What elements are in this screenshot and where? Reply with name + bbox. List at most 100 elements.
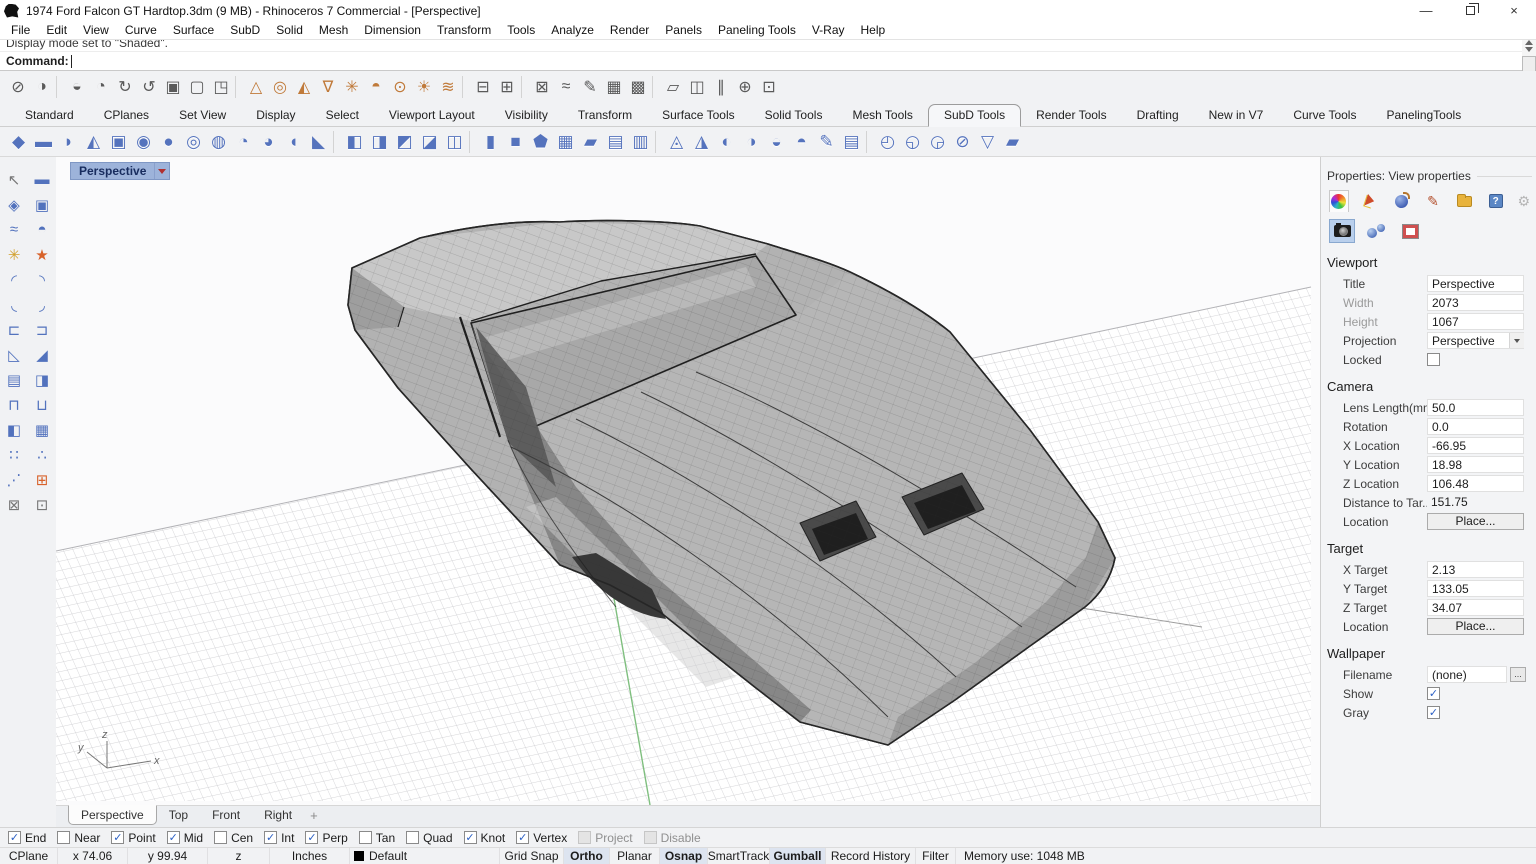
checkbox-icon[interactable] [167, 831, 180, 844]
menu-item[interactable]: Surface [165, 23, 222, 37]
toolbar-icon[interactable]: ◓ [364, 75, 388, 99]
menu-item[interactable]: SubD [222, 23, 268, 37]
toolbar-icon[interactable] [462, 76, 469, 98]
toolbar-icon[interactable] [652, 76, 659, 98]
toolbar-icon[interactable]: ▩ [626, 75, 650, 99]
subd-tool-icon[interactable]: ▤ [839, 130, 864, 154]
sidebar-tool-icon[interactable]: ◨ [29, 367, 55, 392]
osnap-toggle[interactable]: Point [111, 831, 155, 845]
osnap-toggle[interactable]: Perp [305, 831, 347, 845]
menu-item[interactable]: Curve [117, 23, 165, 37]
checkbox-icon[interactable] [264, 831, 277, 844]
subd-tool-icon[interactable]: ◫ [442, 130, 467, 154]
checkbox-icon[interactable] [214, 831, 227, 844]
toolbar-icon[interactable]: ⊠ [530, 75, 554, 99]
sidebar-tool-icon[interactable]: ◟ [1, 292, 27, 317]
status-cell[interactable]: Gumball [770, 848, 826, 864]
subd-tool-icon[interactable]: ◕ [256, 130, 281, 154]
dolly-subtab[interactable] [1363, 219, 1389, 243]
subd-tool-icon[interactable]: ▣ [106, 130, 131, 154]
target-x-field[interactable]: 2.13 [1427, 561, 1524, 578]
toolbar-icon[interactable]: △ [244, 75, 268, 99]
menu-item[interactable]: V-Ray [804, 23, 853, 37]
toolbar-tab[interactable]: PanelingTools [1371, 105, 1476, 126]
checkbox-icon[interactable] [111, 831, 124, 844]
menu-item[interactable]: Help [853, 23, 894, 37]
sidebar-tool-icon[interactable]: ⊏ [1, 317, 27, 342]
subd-tool-icon[interactable]: ● [156, 130, 181, 154]
subd-tool-icon[interactable]: ◉ [131, 130, 156, 154]
sidebar-tool-icon[interactable]: ✳ [1, 242, 27, 267]
toolbar-icon[interactable]: ▱ [661, 75, 685, 99]
toolbar-tab[interactable]: SubD Tools [928, 104, 1021, 127]
status-cell[interactable]: Default [350, 848, 500, 864]
rotation-field[interactable]: 0.0 [1427, 418, 1524, 435]
viewport-menu-arrow[interactable] [154, 163, 169, 179]
toolbar-icon[interactable]: ◫ [685, 75, 709, 99]
sidebar-tool-icon[interactable]: ◢ [29, 342, 55, 367]
sidebar-tool-icon[interactable]: ◧ [1, 417, 27, 442]
subd-tool-icon[interactable]: ▤ [603, 130, 628, 154]
checkbox-icon[interactable] [464, 831, 477, 844]
checkbox-icon[interactable] [57, 831, 70, 844]
subd-tool-icon[interactable] [333, 131, 340, 153]
status-cell[interactable]: Grid Snap [500, 848, 564, 864]
toolbar-icon[interactable]: ⊡ [757, 75, 781, 99]
toolbar-tab[interactable]: Select [311, 105, 374, 126]
toolbar-tab[interactable]: Surface Tools [647, 105, 750, 126]
checkbox-icon[interactable] [516, 831, 529, 844]
subd-tool-icon[interactable]: ◨ [367, 130, 392, 154]
sidebar-tool-icon[interactable]: ⊞ [29, 467, 55, 492]
toolbar-icon[interactable]: ◑ [30, 75, 54, 99]
annotate-tab[interactable]: ✎ [1423, 190, 1442, 212]
toolbar-icon[interactable]: ⊕ [733, 75, 757, 99]
subd-tool-icon[interactable] [469, 131, 476, 153]
scroll-up-icon[interactable] [1525, 40, 1533, 45]
menu-item[interactable]: Mesh [311, 23, 356, 37]
scroll-down-icon[interactable] [1525, 47, 1533, 52]
osnap-toggle[interactable]: Tan [359, 831, 395, 845]
checkbox-icon[interactable] [644, 831, 657, 844]
sidebar-tool-icon[interactable]: ▬ [29, 167, 55, 192]
command-history[interactable]: Display mode set to "Shaded". [0, 40, 1522, 52]
command-input[interactable] [72, 52, 1522, 70]
expand-history-button[interactable] [1522, 56, 1536, 72]
viewport-height-field[interactable]: 1067 [1427, 313, 1524, 330]
toolbar-icon[interactable]: ◳ [209, 75, 233, 99]
toolbar-icon[interactable]: ▣ [161, 75, 185, 99]
osnap-toggle[interactable]: Knot [464, 831, 506, 845]
status-cell[interactable]: Planar [610, 848, 660, 864]
camera-x-field[interactable]: -66.95 [1427, 437, 1524, 454]
subd-tool-icon[interactable]: ◩ [392, 130, 417, 154]
toolbar-icon[interactable]: ◔ [89, 75, 113, 99]
close-button[interactable]: × [1492, 0, 1536, 21]
perspective-viewport[interactable]: z y x Perspective Perspective Top Front … [56, 157, 1320, 827]
checkbox-icon[interactable] [406, 831, 419, 844]
subd-tool-icon[interactable]: ⬟ [528, 130, 553, 154]
toolbar-icon[interactable] [56, 76, 63, 98]
toolbar-icon[interactable]: ∇ [316, 75, 340, 99]
toolbar-icon[interactable]: ☀ [412, 75, 436, 99]
toolbar-icon[interactable] [235, 76, 242, 98]
toolbar-tab[interactable]: Drafting [1122, 105, 1194, 126]
menu-item[interactable]: Panels [657, 23, 710, 37]
subd-tool-icon[interactable]: ⊘ [950, 130, 975, 154]
status-cell[interactable]: Ortho [564, 848, 610, 864]
sidebar-tool-icon[interactable]: ◺ [1, 342, 27, 367]
camera-place-button[interactable]: Place... [1427, 513, 1524, 530]
subd-tool-icon[interactable]: ◶ [925, 130, 950, 154]
sidebar-tool-icon[interactable]: ⊓ [1, 392, 27, 417]
toolbar-icon[interactable]: ✳ [340, 75, 364, 99]
subd-tool-icon[interactable]: ◗ [56, 130, 81, 154]
subd-tool-icon[interactable] [655, 131, 662, 153]
material-tab[interactable] [1361, 190, 1380, 212]
subd-tool-icon[interactable]: ◎ [181, 130, 206, 154]
osnap-toggle[interactable]: Int [264, 831, 294, 845]
wallpaper-subtab[interactable] [1397, 219, 1423, 243]
menu-item[interactable]: View [75, 23, 117, 37]
toolbar-icon[interactable]: ⊞ [495, 75, 519, 99]
target-y-field[interactable]: 133.05 [1427, 580, 1524, 597]
toolbar-icon[interactable]: ⊘ [6, 75, 30, 99]
sidebar-tool-icon[interactable]: ◓ [29, 217, 55, 242]
osnap-toggle[interactable]: Quad [406, 831, 452, 845]
